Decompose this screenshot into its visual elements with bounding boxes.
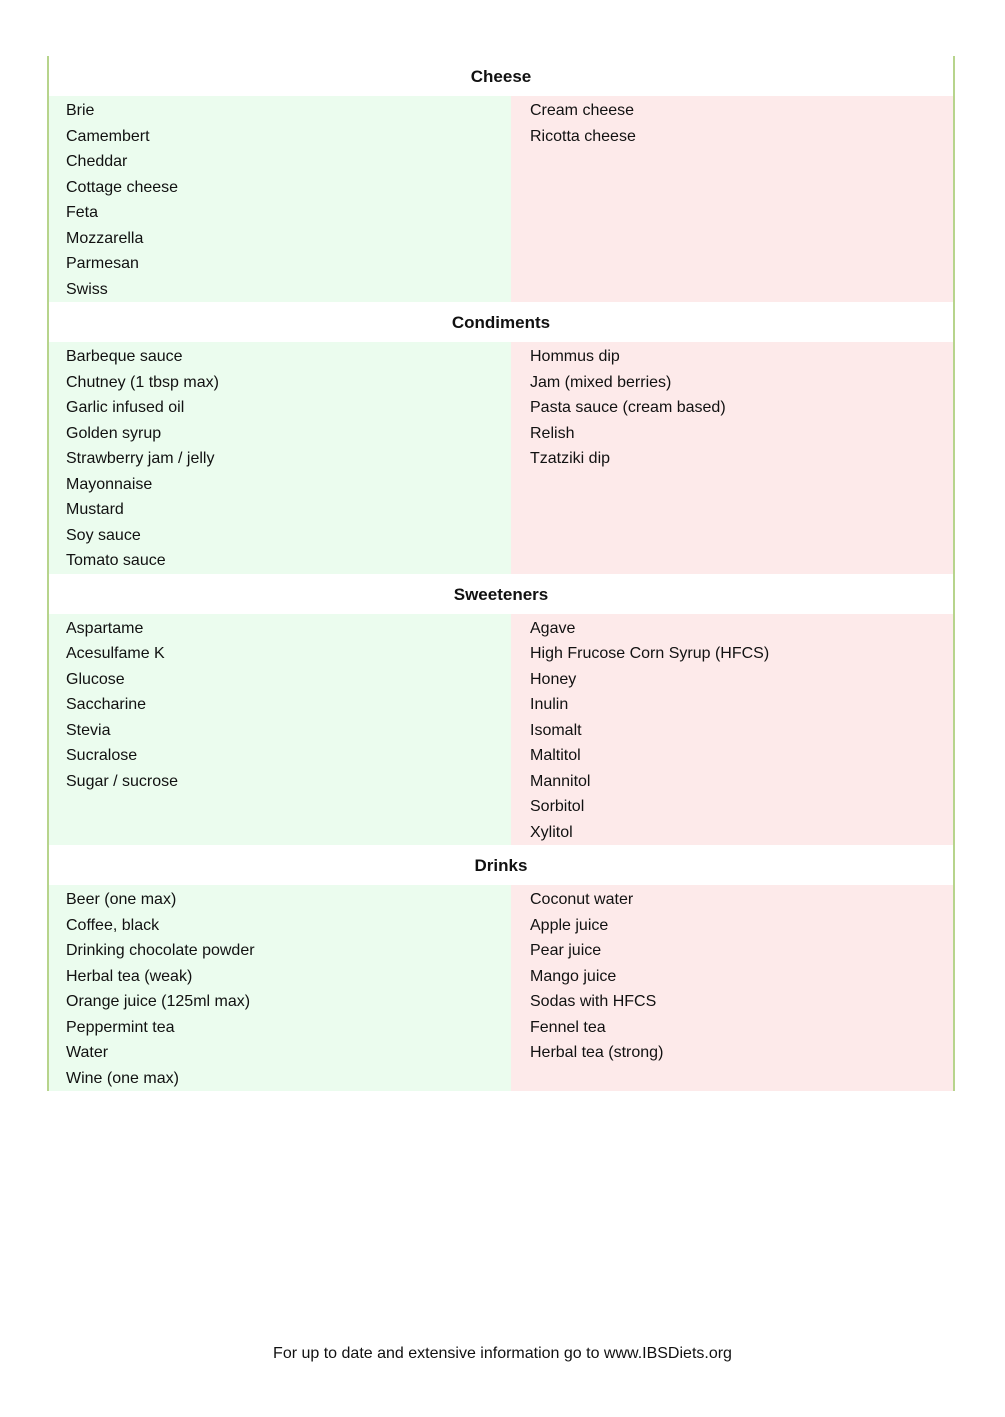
food-item: Sorbitol [530,798,585,815]
food-item: Saccharine [66,696,147,713]
food-item: Mango juice [530,967,617,985]
food-item: Fennel tea [530,1018,606,1036]
section-header-cheese: Cheese [49,56,953,96]
food-item: Agave [530,619,576,637]
avoid-foods-column: Agave High Frucose Corn Syrup (HFCS) Honey… [511,613,953,845]
food-item: Isomalt [530,721,582,739]
food-item: Strawberry jam / jelly [66,450,215,467]
food-item: Herbal tea (weak) [66,967,193,985]
food-item: Xylitol [530,823,573,841]
food-item: Tzatziki dip [530,450,611,467]
section-body-condiments: Barbeque sauce Chutney (1 tbsp max) Garlic… [49,342,953,574]
avoid-foods-column: Cream cheese Ricotta cheese [511,96,953,302]
food-item: Cottage cheese [66,178,179,196]
safe-foods-column: Aspartame Acesulfame K Glucose Saccharine St… [49,613,511,845]
food-item: Mozzarella [66,229,144,247]
food-item: Mayonnaise [66,475,153,493]
food-item: Glucose [66,670,125,688]
food-item: Sodas with HFCS [530,993,657,1010]
food-item: Mannitol [530,772,591,790]
food-item: Apple juice [530,916,609,934]
section-body-cheese: Brie Camembert Cheddar Cottage cheese Feta Mo… [49,96,953,302]
food-item: Honey [530,670,577,688]
food-item: Brie [66,102,95,119]
food-item: Camembert [66,127,150,145]
food-item: Parmesan [66,255,139,272]
avoid-foods-column: Hommus dip Jam (mixed berries) Pasta sauce… [511,342,953,574]
food-item: Peppermint tea [66,1018,175,1036]
food-item: Feta [66,204,99,221]
food-item: Golden syrup [66,424,162,442]
section-body-sweeteners: Aspartame Acesulfame K Glucose Saccharine St… [49,613,953,845]
section-header-sweeteners: Sweeteners [49,573,953,614]
food-item: Soy sauce [66,526,141,544]
food-item: Chutney (1 tbsp max) [66,373,219,391]
food-item: Coconut water [530,891,634,908]
food-item: Pasta sauce (cream based) [530,399,726,416]
food-item: Relish [530,424,575,442]
section-body-drinks: Beer (one max) Coffee, black Drinking choc… [49,885,953,1091]
food-item: Coffee, black [66,916,160,934]
food-item: Stevia [66,721,111,739]
food-item: Maltitol [530,747,581,764]
food-item: Garlic infused oil [66,399,185,416]
food-item: Hommus dip [530,348,620,365]
food-item: Barbeque sauce [66,348,183,365]
food-item: Cheddar [66,153,128,170]
avoid-foods-column: Coconut water Apple juice Pear juice Mango … [511,885,953,1091]
food-item: Acesulfame K [66,645,165,662]
food-item: Drinking chocolate powder [66,942,255,959]
food-item: Wine (one max) [66,1069,179,1087]
food-item: Water [66,1044,109,1061]
food-item: Cream cheese [530,102,635,119]
food-item: Tomato sauce [66,552,166,569]
section-header-condiments: Condiments [49,302,953,342]
food-item: Sucralose [66,747,138,764]
food-item: Inulin [530,696,569,713]
food-item: Herbal tea (strong) [530,1044,664,1061]
food-item: Sugar / sucrose [66,772,179,790]
food-item: Jam (mixed berries) [530,373,672,391]
food-item: Ricotta cheese [530,127,636,145]
safe-foods-column: Brie Camembert Cheddar Cottage cheese Feta Mo… [49,96,511,302]
safe-foods-column: Beer (one max) Coffee, black Drinking choc… [49,885,511,1091]
food-item: Pear juice [530,942,602,959]
safe-foods-column: Barbeque sauce Chutney (1 tbsp max) Garlic… [49,342,511,574]
section-header-drinks: Drinks [49,845,953,885]
food-table: Cheese Brie Camembert Cheddar Cottage cheese… [47,56,955,1091]
food-item: Aspartame [66,619,144,637]
footer-text: For up to date and extensive information… [273,1345,732,1362]
food-item: High Frucose Corn Syrup (HFCS) [530,645,770,662]
food-item: Beer (one max) [66,891,177,908]
food-item: Mustard [66,501,124,518]
food-item: Orange juice (125ml max) [66,993,251,1010]
food-item: Swiss [66,280,108,298]
